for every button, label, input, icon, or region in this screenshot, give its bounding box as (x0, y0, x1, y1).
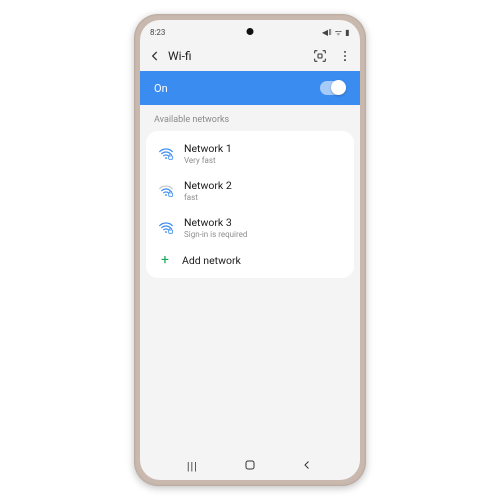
add-network-label: Add network (182, 254, 241, 267)
network-row[interactable]: Network 3 Sign-in is required (146, 209, 354, 246)
screen: 8:23 ◀‖ ᯤ ▮ Wi-fi On Available network (140, 20, 360, 480)
nav-recent-button[interactable]: ||| (187, 460, 198, 473)
network-name: Network 2 (184, 179, 232, 192)
nav-back-button[interactable] (301, 459, 313, 474)
status-time: 8:23 (150, 28, 165, 37)
add-network-row[interactable]: + Add network (146, 246, 354, 274)
wifi-lock-icon (158, 184, 174, 198)
status-indicators: ◀‖ ᯤ ▮ (322, 27, 350, 38)
available-networks-label: Available networks (140, 105, 360, 131)
wifi-lock-icon (158, 147, 174, 161)
network-row[interactable]: Network 2 fast (146, 172, 354, 209)
qr-scan-icon[interactable] (312, 48, 328, 64)
front-camera (247, 28, 254, 35)
network-row[interactable]: Network 1 Very fast (146, 135, 354, 172)
phone-frame: 8:23 ◀‖ ᯤ ▮ Wi-fi On Available network (134, 14, 366, 486)
nav-home-button[interactable] (244, 459, 256, 474)
network-name: Network 3 (184, 216, 247, 229)
network-sub: fast (184, 193, 232, 202)
wifi-toggle-bar[interactable]: On (140, 71, 360, 105)
more-icon[interactable] (338, 49, 352, 63)
app-header: Wi-fi (140, 41, 360, 71)
network-sub: Very fast (184, 156, 232, 165)
system-navbar: ||| (140, 452, 360, 480)
network-name: Network 1 (184, 142, 232, 155)
wifi-toggle-switch[interactable] (320, 81, 346, 95)
wifi-state-label: On (154, 82, 168, 95)
page-title: Wi-fi (168, 49, 306, 63)
plus-icon: + (158, 253, 172, 267)
wifi-lock-icon (158, 221, 174, 235)
networks-card: Network 1 Very fast Network 2 fast (146, 131, 354, 278)
back-icon[interactable] (148, 49, 162, 63)
network-sub: Sign-in is required (184, 230, 247, 239)
